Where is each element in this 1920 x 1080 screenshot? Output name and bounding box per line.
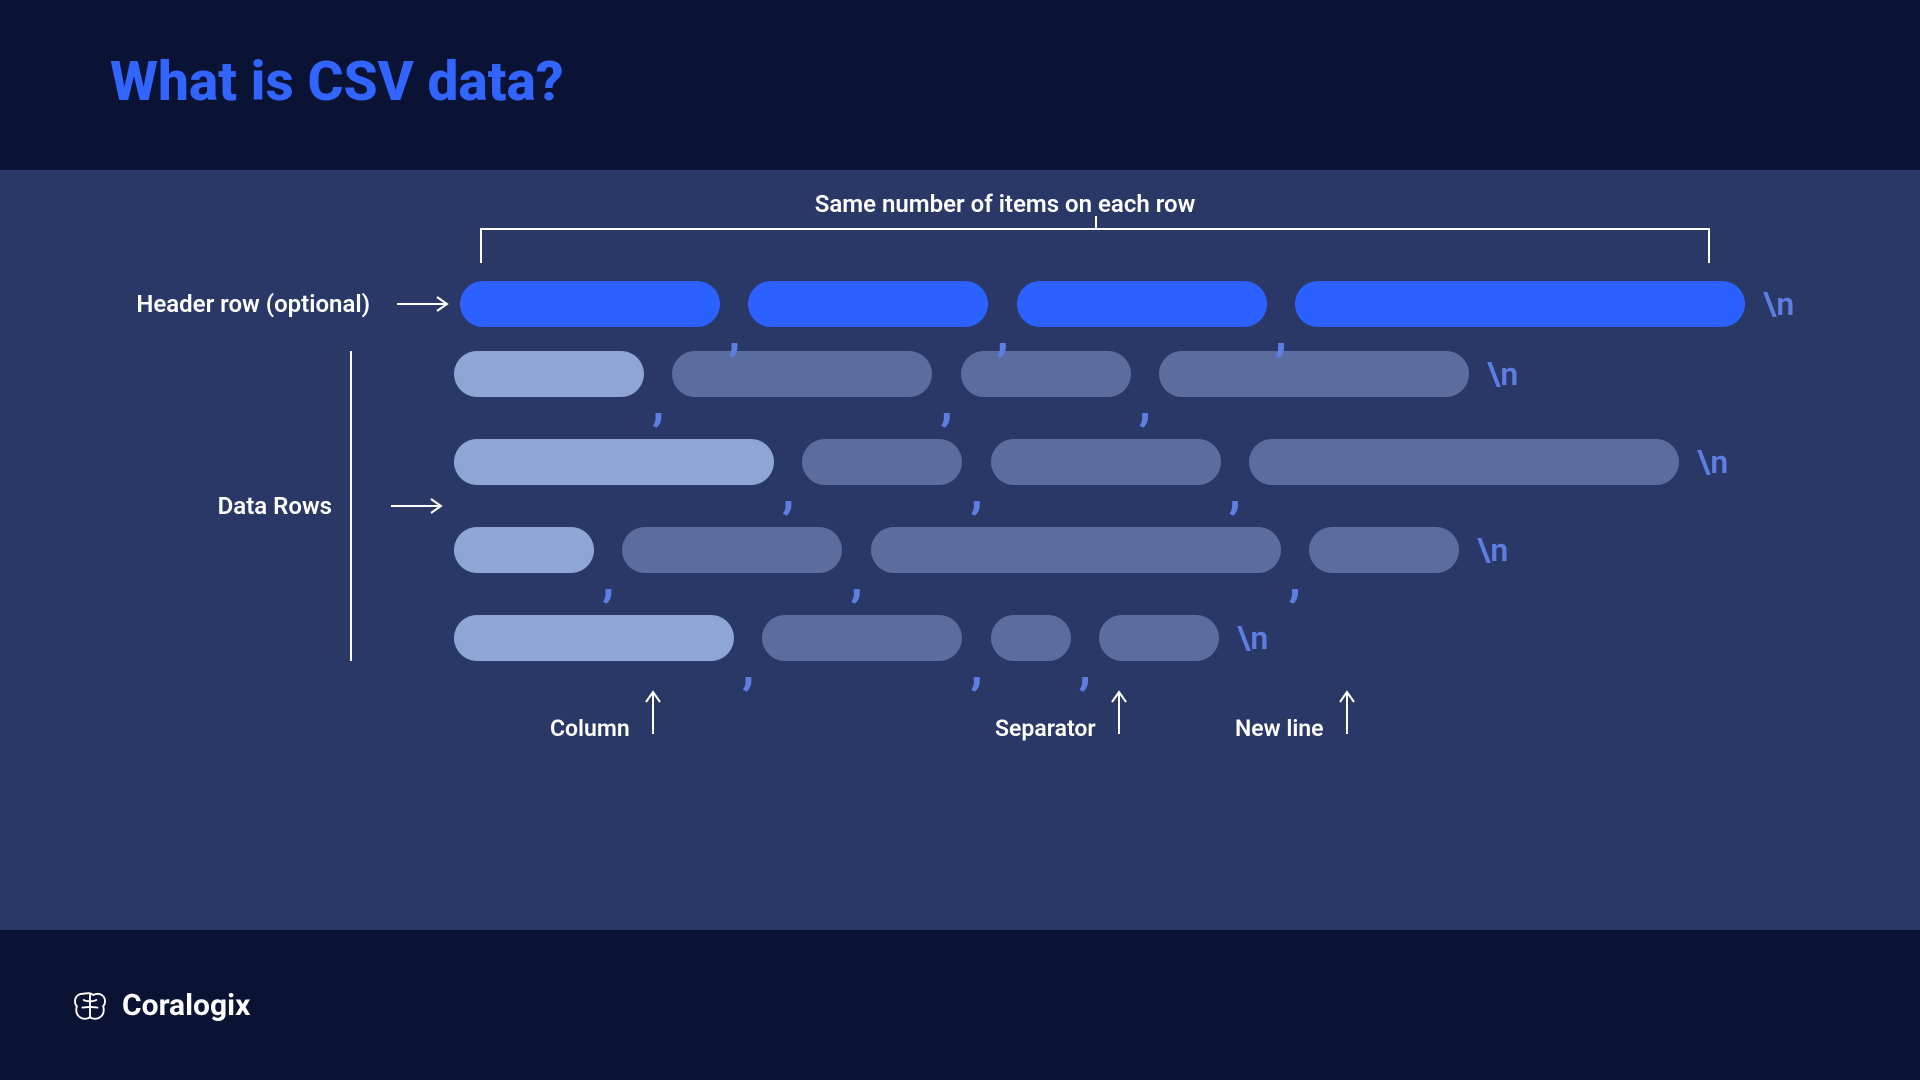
separator-token: , <box>1221 481 1249 501</box>
data-cell <box>622 527 842 573</box>
separator-token: , <box>932 393 960 413</box>
data-cell <box>802 439 962 485</box>
newline-token: \n <box>1679 443 1728 481</box>
newline-token: \n <box>1469 355 1518 393</box>
data-cell <box>991 439 1221 485</box>
separator-token: , <box>988 323 1016 343</box>
newline-token: \n <box>1745 285 1794 323</box>
separator-token: , <box>962 657 990 677</box>
data-cell <box>871 527 1281 573</box>
header-cell <box>460 281 720 327</box>
brand-logo: Coralogix <box>70 985 250 1025</box>
bracket-top <box>480 228 1710 263</box>
separator-token: , <box>1071 657 1099 677</box>
arrow-up-icon <box>644 686 662 736</box>
separator-token: , <box>644 393 672 413</box>
data-cell <box>1159 351 1469 397</box>
data-cell <box>1099 615 1219 661</box>
data-row: ,,,\n <box>454 615 1728 661</box>
data-cell <box>454 615 734 661</box>
data-row: ,,,\n <box>454 527 1728 573</box>
header-cell <box>1295 281 1745 327</box>
separator-token: , <box>1267 323 1295 343</box>
callout-column: Column <box>550 686 662 742</box>
data-cell <box>454 351 644 397</box>
separator-token: , <box>594 569 622 589</box>
arrow-up-icon <box>1110 686 1128 736</box>
column-label: Column <box>550 715 630 742</box>
data-cell <box>672 351 932 397</box>
data-cell <box>1309 527 1459 573</box>
newline-label: New line <box>1235 715 1324 742</box>
top-annotation-label: Same number of items on each row <box>390 190 1620 218</box>
data-rows-container: ,,,\n,,,\n,,,\n,,,\n <box>454 351 1728 661</box>
data-row: ,,,\n <box>454 351 1728 397</box>
arrow-up-icon <box>1338 686 1356 736</box>
data-cell <box>454 439 774 485</box>
data-cell <box>991 615 1071 661</box>
header-row: ,,,\n <box>460 281 1794 327</box>
separator-token: , <box>1131 393 1159 413</box>
separator-token: , <box>720 323 748 343</box>
data-row: ,,,\n <box>454 439 1728 485</box>
header-cell <box>748 281 988 327</box>
newline-token: \n <box>1459 531 1508 569</box>
page-title: What is CSV data? <box>110 50 1920 114</box>
header-row-label: Header row (optional) <box>90 290 390 318</box>
brand-name: Coralogix <box>122 988 250 1023</box>
separator-token: , <box>1281 569 1309 589</box>
callout-newline: New line <box>1235 686 1356 742</box>
arrow-right-icon <box>390 295 460 313</box>
separator-label: Separator <box>995 715 1096 742</box>
separator-token: , <box>774 481 802 501</box>
data-cell <box>454 527 594 573</box>
csv-diagram: Same number of items on each row Header … <box>90 190 1830 930</box>
header-cell <box>1017 281 1267 327</box>
data-rows-label: Data Rows <box>90 351 350 661</box>
separator-token: , <box>734 657 762 677</box>
data-cell <box>1249 439 1679 485</box>
bottom-callouts: Column Separator New line <box>480 686 1830 781</box>
separator-token: , <box>962 481 990 501</box>
data-cell <box>762 615 962 661</box>
separator-token: , <box>842 569 870 589</box>
data-cell <box>961 351 1131 397</box>
arrow-right-icon <box>384 351 454 661</box>
bracket-left <box>350 351 378 661</box>
newline-token: \n <box>1219 619 1268 657</box>
callout-separator: Separator <box>995 686 1128 742</box>
brain-icon <box>70 985 110 1025</box>
